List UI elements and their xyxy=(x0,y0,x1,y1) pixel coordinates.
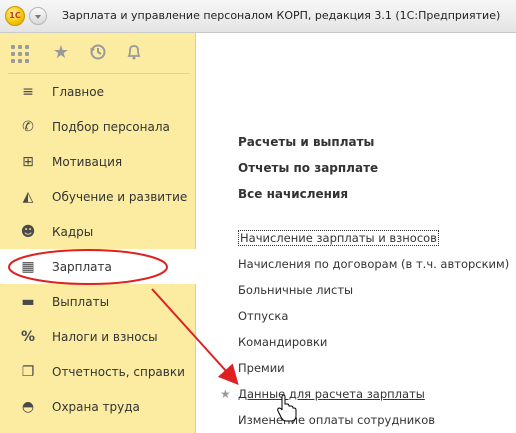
sidebar-item-label: Обучение и развитие xyxy=(52,189,188,204)
graduation-cap-icon: ◭ xyxy=(22,188,34,205)
sidebar-item-main[interactable]: ≡ Главное xyxy=(0,74,196,109)
sidebar-item-labor-safety[interactable]: ◓ Охрана труда xyxy=(0,389,196,424)
sidebar-item-label: Главное xyxy=(52,84,104,99)
link-bonuses[interactable]: Премии xyxy=(238,359,509,385)
apps-grid-icon[interactable] xyxy=(8,42,30,64)
sidebar-item-label: Налоги и взносы xyxy=(52,329,158,344)
sidebar-toolbar: ★ xyxy=(0,33,196,73)
sidebar-item-label: Выплаты xyxy=(52,294,110,309)
star-icon[interactable]: ★ xyxy=(50,42,72,64)
history-icon[interactable] xyxy=(87,42,109,64)
title-bar: 1С Зарплата и управление персоналом КОРП… xyxy=(0,0,516,33)
sidebar-item-label: Зарплата xyxy=(52,259,112,274)
sidebar-item-payments[interactable]: ▬ Выплаты xyxy=(0,284,196,319)
sidebar-item-reports[interactable]: ❐ Отчетность, справки xyxy=(0,354,196,389)
phone-icon: ✆ xyxy=(22,118,34,135)
gift-icon: ⊞ xyxy=(22,153,34,170)
section-link-all-accruals[interactable]: Все начисления xyxy=(238,185,378,211)
app-logo[interactable]: 1С xyxy=(5,6,25,26)
link-business-trips[interactable]: Командировки xyxy=(238,333,509,359)
sidebar: ★ ≡ Главное ✆ Подбор персонала ⊞ Мотивац… xyxy=(0,33,196,433)
sidebar-item-label: Отчетность, справки xyxy=(52,364,185,379)
sidebar-item-label: Кадры xyxy=(52,224,94,239)
sidebar-item-taxes[interactable]: % Налоги и взносы xyxy=(0,319,196,354)
sidebar-item-motivation[interactable]: ⊞ Мотивация xyxy=(0,144,196,179)
sidebar-nav: ≡ Главное ✆ Подбор персонала ⊞ Мотивация… xyxy=(0,74,196,424)
link-contract-accruals[interactable]: Начисления по договорам (в т.ч. авторски… xyxy=(238,255,509,281)
menu-lines-icon: ≡ xyxy=(22,83,34,100)
documents-icon: ❐ xyxy=(21,363,35,380)
sidebar-item-label: Подбор персонала xyxy=(52,119,170,134)
wallet-icon: ▬ xyxy=(21,293,35,310)
link-payroll-calculation[interactable]: Начисление зарплаты и взносов xyxy=(238,229,509,255)
people-icon: ☻ xyxy=(20,223,36,240)
window-title: Зарплата и управление персоналом КОРП, р… xyxy=(62,9,501,22)
sidebar-item-salary[interactable]: ▦ Зарплата xyxy=(0,249,196,284)
link-payroll-data[interactable]: ★ Данные для расчета зарплаты xyxy=(220,385,509,411)
section-panel: Расчеты и выплаты Отчеты по зарплате Все… xyxy=(197,33,516,433)
link-sick-leaves[interactable]: Больничные листы xyxy=(238,281,509,307)
sidebar-item-training[interactable]: ◭ Обучение и развитие xyxy=(0,179,196,214)
favorite-star-icon[interactable]: ★ xyxy=(220,385,231,403)
link-vacations[interactable]: Отпуска xyxy=(238,307,509,333)
sidebar-item-label: Мотивация xyxy=(52,154,123,169)
sidebar-item-label: Охрана труда xyxy=(52,399,140,414)
sidebar-item-hr[interactable]: ☻ Кадры xyxy=(0,214,196,249)
command-list: Начисление зарплаты и взносов Начисления… xyxy=(220,229,509,433)
link-salary-changes[interactable]: Изменение оплаты сотрудников xyxy=(238,411,509,433)
sidebar-item-recruitment[interactable]: ✆ Подбор персонала xyxy=(0,109,196,144)
section-link-payroll-reports[interactable]: Отчеты по зарплате xyxy=(238,159,378,185)
main-menu-button[interactable] xyxy=(29,7,47,25)
bell-icon[interactable] xyxy=(123,42,145,64)
calculator-icon: ▦ xyxy=(21,258,35,275)
section-link-payroll[interactable]: Расчеты и выплаты xyxy=(238,133,378,159)
percent-icon: % xyxy=(20,328,36,345)
section-headings: Расчеты и выплаты Отчеты по зарплате Все… xyxy=(238,133,378,211)
hard-hat-icon: ◓ xyxy=(21,398,35,415)
